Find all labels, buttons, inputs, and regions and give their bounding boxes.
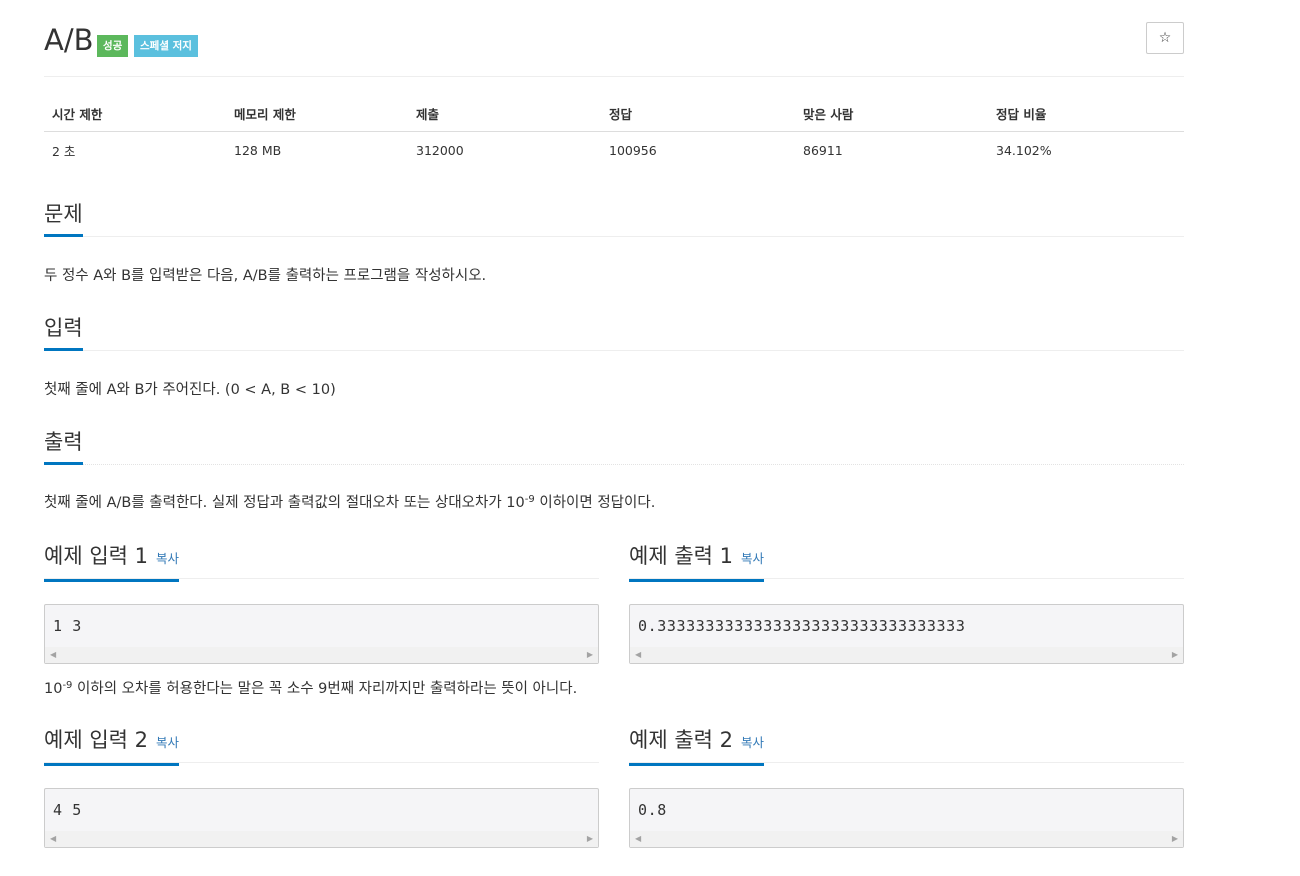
sample-input-2-title-text: 예제 입력 2: [44, 728, 148, 752]
horizontal-scrollbar[interactable]: ◀ ▶: [45, 831, 598, 847]
scroll-left-icon[interactable]: ◀: [50, 834, 56, 843]
value-memory-limit: 128 MB: [234, 143, 282, 158]
header-accepted: 정답: [601, 96, 795, 132]
copy-button[interactable]: 복사: [156, 735, 179, 750]
sample-input-1-box[interactable]: 1 3 ◀ ▶: [44, 604, 599, 664]
hint-exponent: -9: [62, 680, 73, 691]
sample-output-1-title: 예제 출력 1 복사: [629, 542, 765, 582]
page-title: A/B: [44, 23, 94, 57]
sample-input-2-title: 예제 입력 2 복사: [44, 726, 180, 766]
scroll-right-icon[interactable]: ▶: [1172, 834, 1178, 843]
value-time-limit: 2 초: [52, 144, 76, 159]
sample-output-1-box[interactable]: 0.33333333333333333333333333333333 ◀ ▶: [629, 604, 1184, 664]
sample-input-2-header: 예제 입력 2 복사: [44, 726, 599, 766]
header-submissions: 제출: [408, 96, 601, 132]
input-description: 첫째 줄에 A와 B가 주어진다. (0 < A, B < 10): [44, 382, 336, 398]
scroll-right-icon[interactable]: ▶: [1172, 650, 1178, 659]
output-section-header: 출력: [44, 428, 1184, 465]
copy-button[interactable]: 복사: [741, 735, 764, 750]
output-description: 첫째 줄에 A/B를 출력한다. 실제 정답과 출력값의 절대오차 또는 상대오…: [44, 493, 655, 513]
sample-output-1: 예제 출력 1 복사 0.3333333333333333333333333333…: [629, 542, 1184, 664]
scroll-right-icon[interactable]: ▶: [587, 650, 593, 659]
star-icon: ☆: [1158, 30, 1172, 46]
copy-button[interactable]: 복사: [156, 551, 179, 566]
special-judge-badge: 스페셜 저지: [134, 35, 198, 57]
input-section-header: 입력: [44, 314, 1184, 351]
problem-description: 두 정수 A와 B를 입력받은 다음, A/B를 출력하는 프로그램을 작성하시…: [44, 268, 487, 284]
horizontal-scrollbar[interactable]: ◀ ▶: [630, 647, 1183, 663]
output-section: 출력: [44, 428, 1184, 465]
problem-info-table: 시간 제한 메모리 제한 제출 정답 맞은 사람 정답 비율 2 초 128 M…: [44, 96, 1184, 169]
sample-output-2-data: 0.8: [638, 801, 667, 819]
sample-output-1-data: 0.33333333333333333333333333333333: [638, 617, 966, 635]
output-text-after: 이하이면 정답이다.: [534, 495, 656, 511]
input-section: 입력: [44, 314, 1184, 351]
sample-input-2-box[interactable]: 4 5 ◀ ▶: [44, 788, 599, 848]
info-header-row: 시간 제한 메모리 제한 제출 정답 맞은 사람 정답 비율: [44, 96, 1184, 132]
output-section-title: 출력: [44, 428, 83, 465]
output-text-before: 첫째 줄에 A/B를 출력한다. 실제 정답과 출력값의 절대오차 또는 상대오…: [44, 495, 525, 511]
header-memory-limit: 메모리 제한: [226, 96, 408, 132]
sample-output-1-header: 예제 출력 1 복사: [629, 542, 1184, 582]
value-accept-ratio: 34.102%: [996, 143, 1052, 158]
hint-text: 이하의 오차를 허용한다는 말은 꼭 소수 9번째 자리까지만 출력하라는 뜻이…: [72, 681, 578, 697]
sample-output-2-title: 예제 출력 2 복사: [629, 726, 765, 766]
sample-output-2-header: 예제 출력 2 복사: [629, 726, 1184, 766]
sample-output-2-title-text: 예제 출력 2: [629, 728, 733, 752]
sample-input-2-data: 4 5: [53, 801, 82, 819]
sample-input-1-data: 1 3: [53, 617, 82, 635]
copy-button[interactable]: 복사: [741, 551, 764, 566]
problem-section-header: 문제: [44, 200, 1184, 237]
horizontal-scrollbar[interactable]: ◀ ▶: [630, 831, 1183, 847]
info-value-row: 2 초 128 MB 312000 100956 86911 34.102%: [44, 132, 1184, 170]
scroll-left-icon[interactable]: ◀: [50, 650, 56, 659]
input-section-title: 입력: [44, 314, 83, 351]
value-accepted: 100956: [609, 143, 657, 158]
sample-hint: 10-9 이하의 오차를 허용한다는 말은 꼭 소수 9번째 자리까지만 출력하…: [44, 679, 577, 699]
value-solved-users: 86911: [803, 143, 843, 158]
header-accept-ratio: 정답 비율: [988, 96, 1184, 132]
value-submissions: 312000: [416, 143, 464, 158]
success-badge: 성공: [97, 35, 129, 57]
sample-output-2: 예제 출력 2 복사 0.8 ◀ ▶: [629, 726, 1184, 848]
sample-input-1-header: 예제 입력 1 복사: [44, 542, 599, 582]
sample-input-2: 예제 입력 2 복사 4 5 ◀ ▶: [44, 726, 599, 848]
title-row: A/B 성공 스페셜 저지 ☆: [44, 22, 1184, 77]
sample-output-1-title-text: 예제 출력 1: [629, 544, 733, 568]
header-solved-users: 맞은 사람: [795, 96, 988, 132]
problem-section-title: 문제: [44, 200, 83, 237]
scroll-left-icon[interactable]: ◀: [635, 650, 641, 659]
scroll-right-icon[interactable]: ▶: [587, 834, 593, 843]
problem-section: 문제: [44, 200, 1184, 237]
horizontal-scrollbar[interactable]: ◀ ▶: [45, 647, 598, 663]
sample-input-1: 예제 입력 1 복사 1 3 ◀ ▶: [44, 542, 599, 664]
sample-output-2-box[interactable]: 0.8 ◀ ▶: [629, 788, 1184, 848]
sample-input-1-title: 예제 입력 1 복사: [44, 542, 180, 582]
hint-base: 10: [44, 681, 63, 697]
star-button[interactable]: ☆: [1146, 22, 1184, 54]
scroll-left-icon[interactable]: ◀: [635, 834, 641, 843]
header-time-limit: 시간 제한: [44, 96, 226, 132]
sample-input-1-title-text: 예제 입력 1: [44, 544, 148, 568]
page: A/B 성공 스페셜 저지 ☆ 시간 제한 메모리 제한 제출 정답 맞은 사람…: [0, 0, 1300, 876]
output-exponent: -9: [524, 494, 535, 505]
